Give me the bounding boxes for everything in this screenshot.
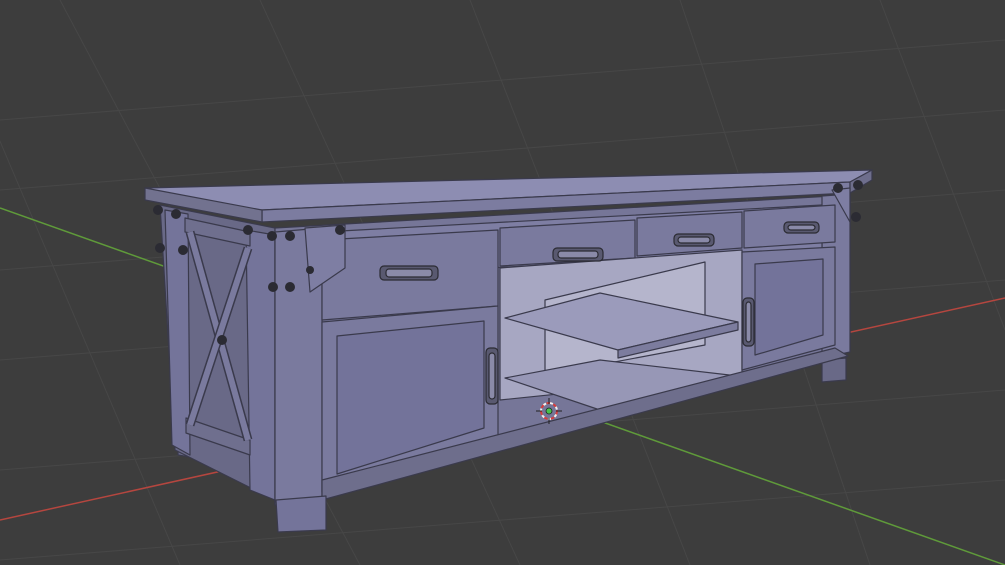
cabinet-model[interactable] — [144, 169, 873, 533]
foot-front-left — [275, 495, 327, 533]
viewport-canvas[interactable] — [0, 0, 1005, 565]
side-leg-front — [245, 229, 276, 501]
3d-viewport[interactable] — [0, 0, 1005, 565]
object-origin-icon — [545, 407, 553, 415]
